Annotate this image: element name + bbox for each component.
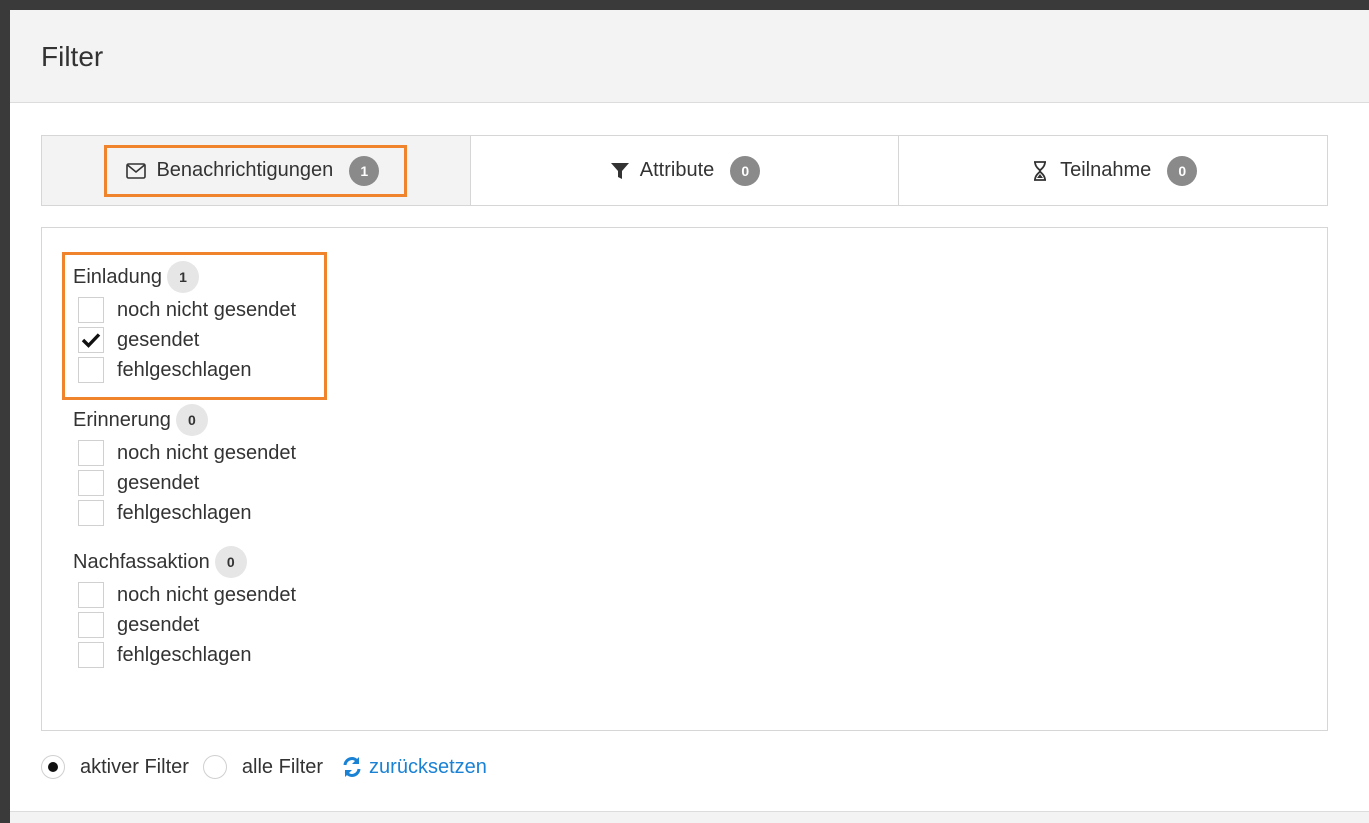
filter-tabs: Benachrichtigungen 1 Attribute 0 Teilnah…	[41, 135, 1328, 206]
dialog-footer-bar	[10, 811, 1369, 823]
option-noch-nicht-gesendet[interactable]: noch nicht gesendet	[78, 580, 296, 610]
group-title: Einladung	[73, 265, 162, 288]
checkbox[interactable]	[78, 470, 104, 496]
dialog-title: Filter	[41, 41, 104, 72]
reset-link[interactable]: zurücksetzen	[341, 756, 487, 779]
option-label: gesendet	[117, 613, 200, 636]
option-fehlgeschlagen[interactable]: fehlgeschlagen	[78, 640, 296, 670]
radio-dot	[48, 762, 58, 772]
option-label: noch nicht gesendet	[117, 441, 297, 464]
filter-icon	[609, 160, 631, 182]
option-label: fehlgeschlagen	[117, 501, 252, 524]
option-fehlgeschlagen[interactable]: fehlgeschlagen	[78, 355, 296, 385]
radio-label-alle-filter: alle Filter	[241, 755, 324, 778]
group-erinnerung: Erinnerung 0 noch nicht gesendet gesende…	[73, 404, 296, 528]
checkbox[interactable]	[78, 642, 104, 668]
checkbox[interactable]	[78, 582, 104, 608]
count-badge: 0	[214, 546, 247, 578]
option-label: noch nicht gesendet	[117, 583, 297, 606]
tab-label: Teilnahme	[1060, 159, 1152, 181]
checkbox[interactable]	[78, 612, 104, 638]
checkbox[interactable]	[78, 500, 104, 526]
option-gesendet[interactable]: gesendet	[78, 468, 296, 498]
tab-teilnahme[interactable]: Teilnahme 0	[899, 136, 1328, 205]
count-badge: 0	[175, 404, 208, 436]
count-badge: 0	[1167, 155, 1198, 186]
checkbox[interactable]	[78, 297, 104, 323]
tab-benachrichtigungen[interactable]: Benachrichtigungen 1	[42, 136, 471, 205]
hourglass-icon	[1029, 160, 1051, 182]
option-label: noch nicht gesendet	[117, 298, 297, 321]
group-nachfassaktion: Nachfassaktion 0 noch nicht gesendet ges…	[73, 546, 296, 670]
checkbox-checked[interactable]	[78, 327, 104, 353]
count-badge: 1	[166, 261, 199, 293]
refresh-icon	[343, 757, 361, 777]
filter-panel: Einladung 1 noch nicht gesendet gesendet…	[41, 227, 1328, 731]
option-gesendet[interactable]: gesendet	[78, 610, 296, 640]
radio-alle-filter[interactable]	[202, 755, 227, 779]
option-label: fehlgeschlagen	[117, 643, 252, 666]
filter-dialog: Filter Benachrichtigungen 1 Attribute 0	[10, 10, 1369, 823]
option-label: gesendet	[117, 328, 200, 351]
radio-aktiver-filter[interactable]	[41, 755, 65, 779]
group-title: Nachfassaktion	[73, 550, 210, 573]
checkbox[interactable]	[78, 440, 104, 466]
radio-label-aktiver-filter: aktiver Filter	[80, 755, 189, 778]
dialog-header: Filter	[10, 10, 1369, 103]
option-noch-nicht-gesendet[interactable]: noch nicht gesendet	[78, 295, 296, 325]
envelope-icon	[125, 160, 147, 182]
option-label: gesendet	[117, 471, 200, 494]
group-einladung: Einladung 1 noch nicht gesendet gesendet…	[61, 252, 328, 400]
tab-attribute[interactable]: Attribute 0	[470, 136, 900, 205]
group-title: Erinnerung	[73, 408, 171, 431]
tab-label: Attribute	[639, 159, 715, 181]
option-fehlgeschlagen[interactable]: fehlgeschlagen	[78, 498, 296, 528]
option-gesendet[interactable]: gesendet	[78, 325, 296, 355]
count-badge: 0	[730, 155, 761, 186]
filter-footer: aktiver Filter alle Filter zurücksetzen	[41, 752, 487, 782]
tab-label: Benachrichtigungen	[156, 159, 334, 181]
option-noch-nicht-gesendet[interactable]: noch nicht gesendet	[78, 438, 296, 468]
checkbox[interactable]	[78, 357, 104, 383]
count-badge: 1	[349, 155, 380, 186]
checkmark-icon	[81, 333, 101, 348]
option-label: fehlgeschlagen	[117, 358, 252, 381]
reset-label: zurücksetzen	[369, 755, 487, 778]
